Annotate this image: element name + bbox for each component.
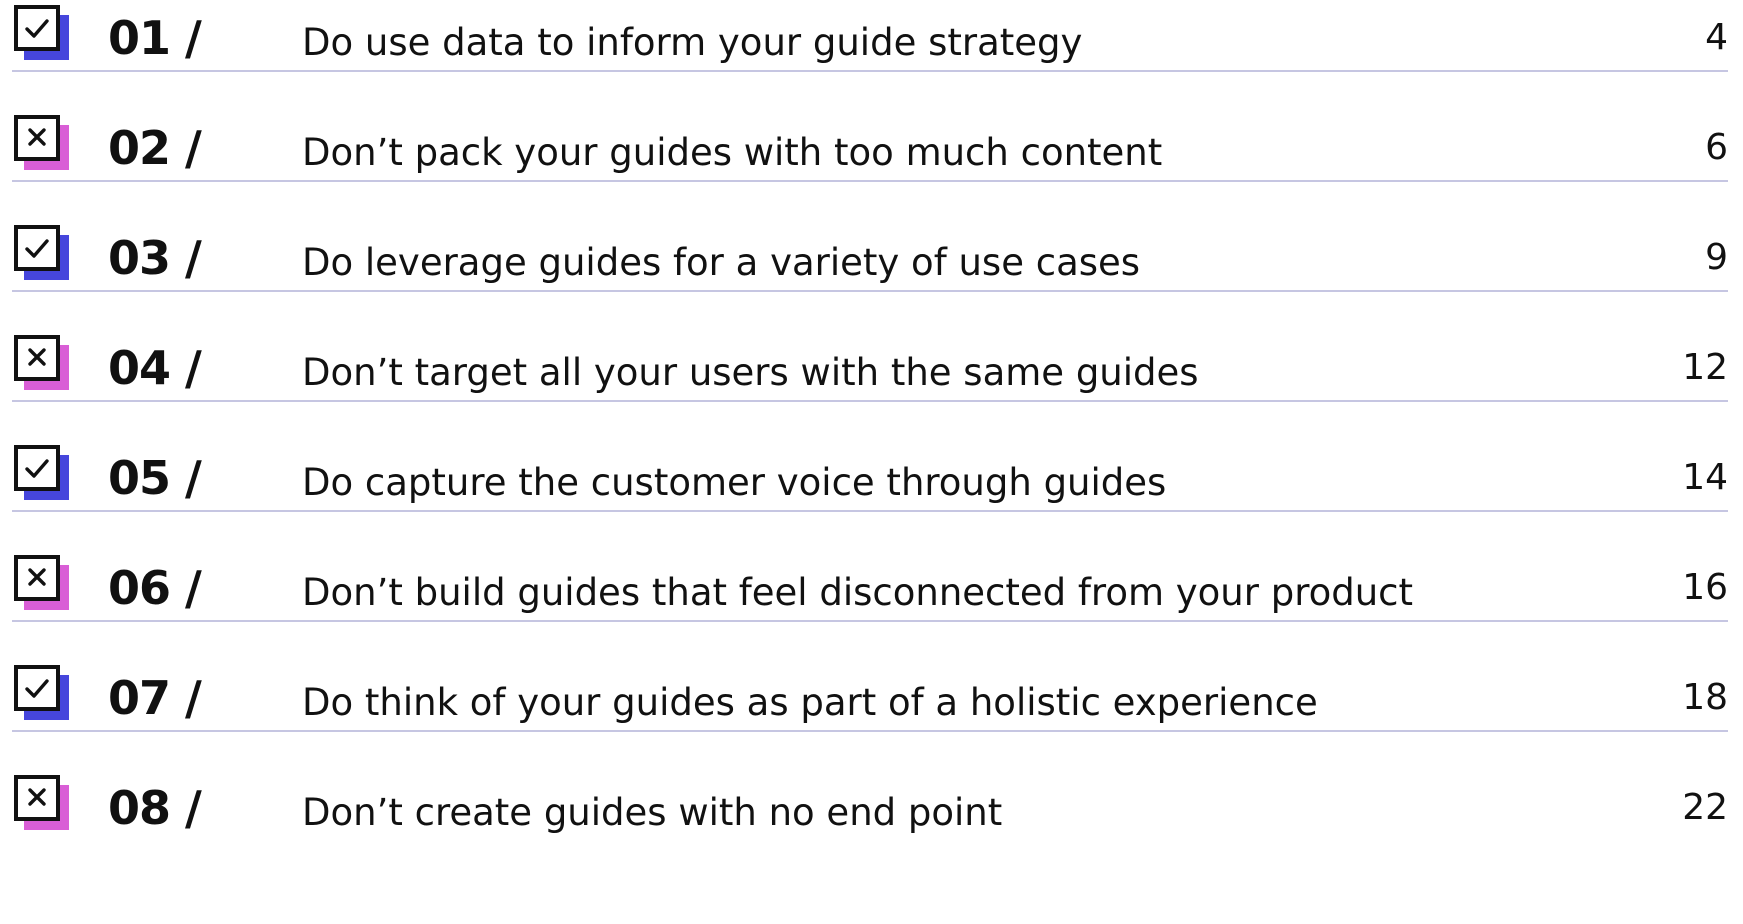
entry-page-number: 4 xyxy=(1705,17,1728,58)
checkbox-checked-icon xyxy=(12,223,70,281)
toc-entry-08[interactable]: 08 / Don’t create guides with no end poi… xyxy=(0,770,1743,880)
divider xyxy=(12,510,1728,512)
entry-title: Don’t build guides that feel disconnecte… xyxy=(302,571,1414,614)
entry-number: 04 / xyxy=(108,341,202,395)
entry-number: 07 / xyxy=(108,671,202,725)
entry-number: 01 / xyxy=(108,11,202,65)
toc-entry-04[interactable]: 04 / Don’t target all your users with th… xyxy=(0,330,1743,440)
table-of-contents: 01 / Do use data to inform your guide st… xyxy=(0,0,1743,924)
entry-title: Do leverage guides for a variety of use … xyxy=(302,241,1141,284)
divider xyxy=(12,620,1728,622)
entry-title: Do use data to inform your guide strateg… xyxy=(302,21,1083,64)
checkbox-checked-icon xyxy=(12,443,70,501)
entry-page-number: 14 xyxy=(1682,457,1728,498)
checkbox-checked-icon xyxy=(12,3,70,61)
entry-title: Don’t create guides with no end point xyxy=(302,791,1003,834)
divider xyxy=(12,400,1728,402)
divider xyxy=(12,180,1728,182)
entry-page-number: 16 xyxy=(1682,567,1728,608)
toc-entry-06[interactable]: 06 / Don’t build guides that feel discon… xyxy=(0,550,1743,660)
entry-page-number: 12 xyxy=(1682,347,1728,388)
entry-page-number: 6 xyxy=(1705,127,1728,168)
entry-title: Don’t target all your users with the sam… xyxy=(302,351,1199,394)
entry-number: 05 / xyxy=(108,451,202,505)
toc-entry-01[interactable]: 01 / Do use data to inform your guide st… xyxy=(0,0,1743,110)
toc-entry-03[interactable]: 03 / Do leverage guides for a variety of… xyxy=(0,220,1743,330)
entry-number: 08 / xyxy=(108,781,202,835)
entry-page-number: 9 xyxy=(1705,237,1728,278)
entry-title: Do think of your guides as part of a hol… xyxy=(302,681,1318,724)
checkbox-checked-icon xyxy=(12,663,70,721)
checkbox-x-icon xyxy=(12,333,70,391)
toc-entry-02[interactable]: 02 / Don’t pack your guides with too muc… xyxy=(0,110,1743,220)
entry-number: 03 / xyxy=(108,231,202,285)
divider xyxy=(12,730,1728,732)
entry-number: 02 / xyxy=(108,121,202,175)
entry-page-number: 22 xyxy=(1682,787,1728,828)
entry-title: Do capture the customer voice through gu… xyxy=(302,461,1167,504)
toc-entry-07[interactable]: 07 / Do think of your guides as part of … xyxy=(0,660,1743,770)
checkbox-x-icon xyxy=(12,553,70,611)
entry-number: 06 / xyxy=(108,561,202,615)
toc-entry-05[interactable]: 05 / Do capture the customer voice throu… xyxy=(0,440,1743,550)
checkbox-x-icon xyxy=(12,773,70,831)
checkbox-x-icon xyxy=(12,113,70,171)
entry-title: Don’t pack your guides with too much con… xyxy=(302,131,1163,174)
divider xyxy=(12,70,1728,72)
divider xyxy=(12,290,1728,292)
entry-page-number: 18 xyxy=(1682,677,1728,718)
